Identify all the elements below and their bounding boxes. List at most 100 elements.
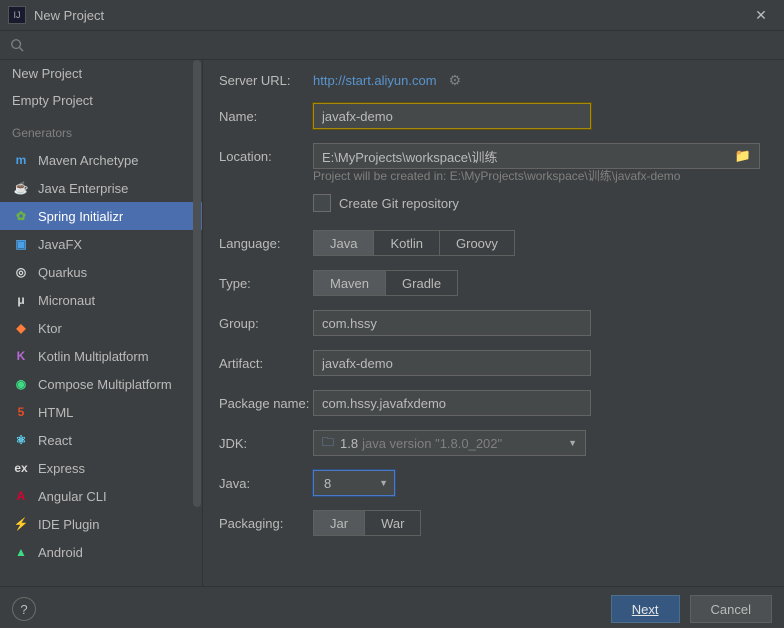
sidebar-item-quarkus[interactable]: ◎ Quarkus — [0, 258, 202, 286]
language-option-groovy[interactable]: Groovy — [440, 231, 514, 255]
sidebar-item-spring-initializr[interactable]: ✿ Spring Initializr — [0, 202, 202, 230]
java-select[interactable]: 8 ▼ — [313, 470, 395, 496]
folder-icon[interactable]: 📁 — [735, 148, 751, 164]
sidebar-item-android[interactable]: ▲ Android — [0, 538, 202, 566]
plug-icon: ⚡ — [12, 516, 30, 532]
package-label: Package name: — [219, 396, 313, 411]
location-label: Location: — [219, 149, 313, 164]
sidebar-item-label: React — [38, 433, 72, 448]
close-icon[interactable]: ✕ — [746, 7, 776, 24]
sidebar-item-javafx[interactable]: ▣ JavaFX — [0, 230, 202, 258]
sidebar: New ProjectEmpty Project Generators mMav… — [0, 60, 203, 586]
chevron-down-icon: ▼ — [379, 478, 388, 488]
server-url-label: Server URL: — [219, 73, 313, 88]
sidebar-item-express[interactable]: ex Express — [0, 454, 202, 482]
ex-icon: ex — [12, 460, 30, 476]
sidebar-item-ide-plugin[interactable]: ⚡ IDE Plugin — [0, 510, 202, 538]
sidebar-item-ktor[interactable]: ◆ Ktor — [0, 314, 202, 342]
type-label: Type: — [219, 276, 313, 291]
location-hint: Project will be created in: E:\MyProject… — [313, 167, 760, 184]
name-label: Name: — [219, 109, 313, 124]
sidebar-item-label: Spring Initializr — [38, 209, 123, 224]
sidebar-item-label: Maven Archetype — [38, 153, 138, 168]
create-git-checkbox[interactable] — [313, 194, 331, 212]
jdk-version: 1.8 — [340, 436, 358, 451]
gear-icon[interactable]: ⚙ — [449, 72, 462, 89]
group-input[interactable] — [313, 310, 591, 336]
sidebar-item-kotlin-multiplatform[interactable]: K Kotlin Multiplatform — [0, 342, 202, 370]
sidebar-item-maven-archetype[interactable]: m Maven Archetype — [0, 146, 202, 174]
sidebar-item-label: JavaFX — [38, 237, 82, 252]
sidebar-item-label: HTML — [38, 405, 73, 420]
packaging-option-jar[interactable]: Jar — [314, 511, 365, 535]
and-icon: ▲ — [12, 544, 30, 560]
packaging-segmented: JarWar — [313, 510, 421, 536]
search-bar[interactable] — [0, 31, 784, 60]
name-input[interactable] — [313, 103, 591, 129]
type-option-maven[interactable]: Maven — [314, 271, 386, 295]
dialog-footer: ? Next Cancel — [0, 586, 784, 628]
sidebar-item-label: Android — [38, 545, 83, 560]
titlebar: IJ New Project ✕ — [0, 0, 784, 31]
language-label: Language: — [219, 236, 313, 251]
intellij-icon: IJ — [8, 6, 26, 24]
sidebar-item-label: Angular CLI — [38, 489, 107, 504]
next-button[interactable]: Next — [611, 595, 680, 623]
sidebar-scrollbar[interactable] — [193, 60, 201, 507]
package-input[interactable] — [313, 390, 591, 416]
cmp-icon: ◉ — [12, 376, 30, 392]
sidebar-item-react[interactable]: ⚛ React — [0, 426, 202, 454]
sidebar-item-compose-multiplatform[interactable]: ◉ Compose Multiplatform — [0, 370, 202, 398]
fx-icon: ▣ — [12, 236, 30, 252]
java-label: Java: — [219, 476, 313, 491]
artifact-input[interactable] — [313, 350, 591, 376]
jdk-detail: java version "1.8.0_202" — [362, 436, 502, 451]
cancel-button[interactable]: Cancel — [690, 595, 772, 623]
packaging-option-war[interactable]: War — [365, 511, 420, 535]
sidebar-item-label: Express — [38, 461, 85, 476]
location-value: E:\MyProjects\workspace\训练 — [322, 147, 735, 166]
type-option-gradle[interactable]: Gradle — [386, 271, 457, 295]
sidebar-item-label: Quarkus — [38, 265, 87, 280]
sidebar-item-label: Ktor — [38, 321, 62, 336]
type-segmented: MavenGradle — [313, 270, 458, 296]
jdk-select[interactable]: 🗀 1.8 java version "1.8.0_202" ▼ — [313, 430, 586, 456]
kt-icon: ◆ — [12, 320, 30, 336]
language-segmented: JavaKotlinGroovy — [313, 230, 515, 256]
jdk-label: JDK: — [219, 436, 313, 451]
group-label: Group: — [219, 316, 313, 331]
server-url-link[interactable]: http://start.aliyun.com — [313, 73, 437, 88]
μ-icon: μ — [12, 292, 30, 308]
sidebar-item-angular-cli[interactable]: A Angular CLI — [0, 482, 202, 510]
packaging-label: Packaging: — [219, 516, 313, 531]
5-icon: 5 — [12, 404, 30, 420]
sidebar-item-micronaut[interactable]: μ Micronaut — [0, 286, 202, 314]
leaf-icon: ✿ — [12, 208, 30, 224]
sidebar-item-label: Java Enterprise — [38, 181, 128, 196]
create-git-label: Create Git repository — [339, 196, 459, 211]
A-icon: A — [12, 488, 30, 504]
search-icon — [10, 38, 24, 52]
chevron-down-icon: ▼ — [568, 438, 577, 448]
help-button[interactable]: ? — [12, 597, 36, 621]
language-option-java[interactable]: Java — [314, 231, 374, 255]
sidebar-item-new-project[interactable]: New Project — [0, 60, 202, 87]
sidebar-item-java-enterprise[interactable]: ☕Java Enterprise — [0, 174, 202, 202]
window-title: New Project — [34, 8, 746, 23]
sidebar-item-label: Compose Multiplatform — [38, 377, 172, 392]
java-value: 8 — [324, 476, 331, 491]
react-icon: ⚛ — [12, 432, 30, 448]
language-option-kotlin[interactable]: Kotlin — [374, 231, 440, 255]
jdk-folder-icon: 🗀 — [322, 433, 334, 454]
m-icon: m — [12, 152, 30, 168]
sidebar-item-label: Kotlin Multiplatform — [38, 349, 149, 364]
sidebar-item-label: IDE Plugin — [38, 517, 99, 532]
artifact-label: Artifact: — [219, 356, 313, 371]
sidebar-item-html[interactable]: 5 HTML — [0, 398, 202, 426]
sidebar-item-empty-project[interactable]: Empty Project — [0, 87, 202, 114]
sidebar-item-label: Micronaut — [38, 293, 95, 308]
K-icon: K — [12, 348, 30, 364]
location-input[interactable]: E:\MyProjects\workspace\训练 📁 — [313, 143, 760, 169]
q-icon: ◎ — [12, 264, 30, 280]
form-panel: Server URL: http://start.aliyun.com ⚙ Na… — [203, 60, 784, 586]
